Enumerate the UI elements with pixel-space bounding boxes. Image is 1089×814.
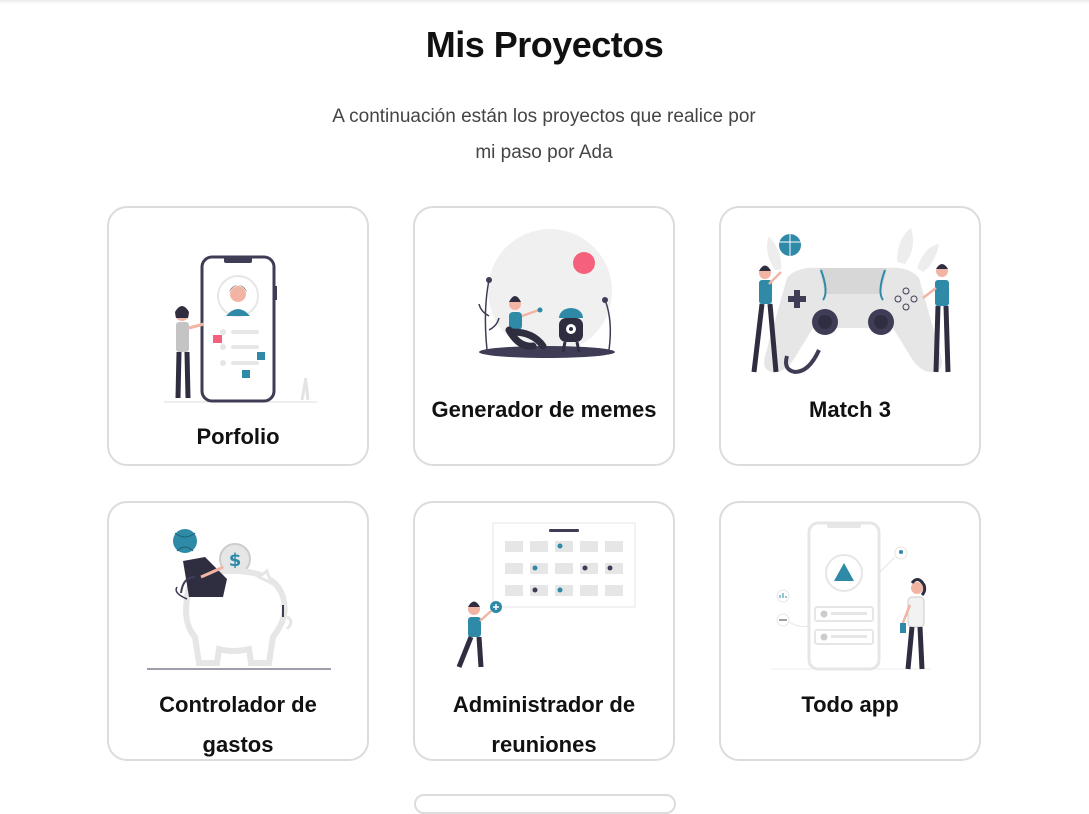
game-controller-illustration xyxy=(751,228,951,375)
phone-task-illustration xyxy=(771,521,931,671)
project-card-controlador-de-gastos[interactable]: $ Controlador de gastos xyxy=(107,501,369,761)
project-title: Todo app xyxy=(801,692,899,717)
top-divider xyxy=(0,0,1089,4)
project-title-line-1: Controlador de xyxy=(159,692,317,717)
project-card-generador-de-memes[interactable]: Generador de memes xyxy=(413,206,675,466)
svg-text:$: $ xyxy=(229,550,242,571)
subtitle-line-2: mi paso por Ada xyxy=(475,142,613,163)
project-card-match-3[interactable]: Match 3 xyxy=(719,206,981,466)
page-title: Mis Proyectos xyxy=(425,24,664,65)
project-title-line-2: gastos xyxy=(202,732,274,757)
piggy-bank-illustration: $ xyxy=(147,529,331,670)
project-title-line-2: reuniones xyxy=(491,732,597,757)
project-card-porfolio[interactable]: Porfolio xyxy=(107,206,369,466)
project-card-todo-app[interactable]: Todo app xyxy=(719,501,981,761)
project-card-administrador-de-reuniones[interactable]: Administrador de reuniones xyxy=(413,501,675,761)
subtitle-line-1: A continuación están los proyectos que r… xyxy=(332,106,756,127)
project-title: Generador de memes xyxy=(431,397,657,422)
project-card-partial[interactable] xyxy=(414,794,676,814)
project-title: Porfolio xyxy=(196,424,280,449)
girl-and-robot-illustration xyxy=(478,229,615,358)
calendar-illustration xyxy=(456,522,636,668)
project-title: Match 3 xyxy=(809,397,891,422)
phone-profile-illustration xyxy=(164,255,317,403)
page-subtitle: A continuación están los proyectos que r… xyxy=(294,99,794,171)
project-title-line-1: Administrador de xyxy=(452,692,636,717)
